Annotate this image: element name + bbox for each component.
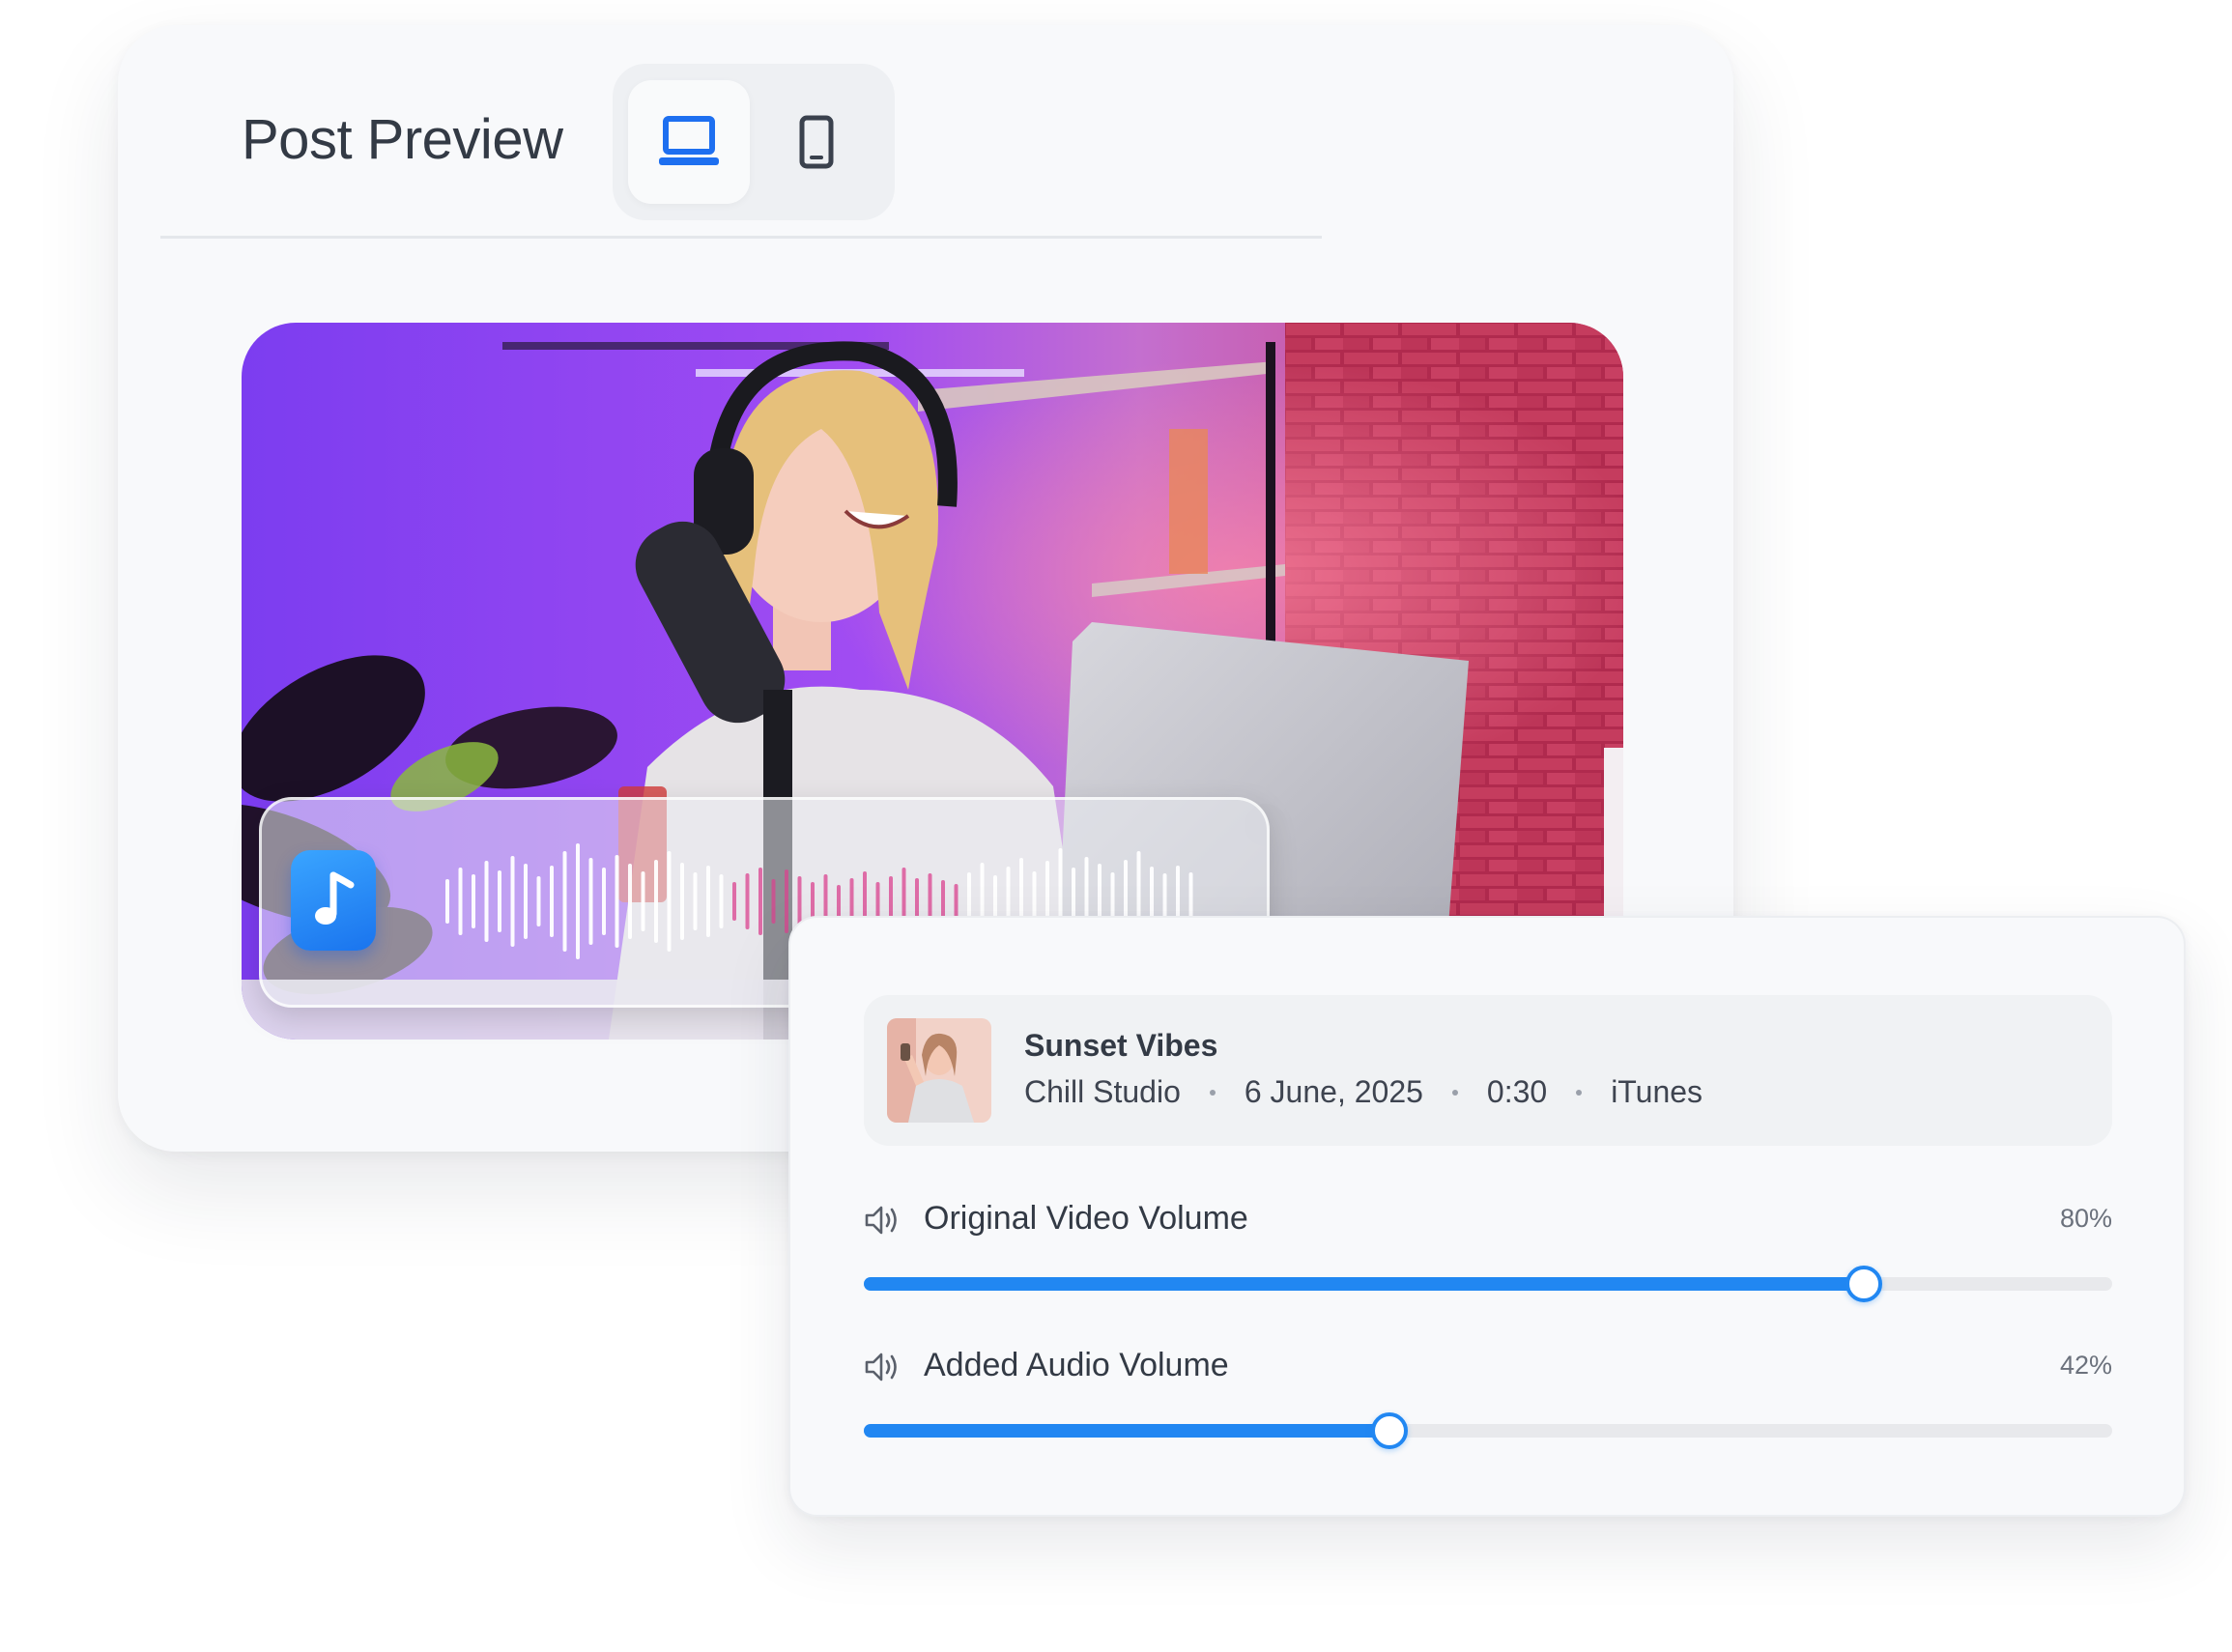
track-duration: 0:30 (1486, 1074, 1548, 1109)
waveform-bar (472, 874, 475, 928)
waveform-bar (745, 873, 750, 929)
original-video-volume-label: Original Video Volume (924, 1200, 1248, 1237)
speaker-icon (865, 1206, 897, 1235)
waveform-bar (758, 868, 762, 935)
waveform-bar (498, 870, 501, 932)
waveform-bar (536, 876, 541, 926)
original-video-volume-slider[interactable] (864, 1266, 2112, 1302)
waveform-bar (550, 866, 554, 937)
waveform-bar (628, 864, 632, 939)
added-audio-volume-slider[interactable] (864, 1412, 2112, 1449)
waveform-bar (693, 872, 698, 930)
mobile-view-button[interactable] (756, 80, 877, 204)
waveform-bar (706, 866, 710, 937)
slider-fill (864, 1424, 1388, 1438)
waveform-bar (797, 876, 802, 926)
waveform-bar (602, 868, 606, 935)
speaker-icon (865, 1353, 897, 1381)
waveform-bar (667, 851, 672, 952)
device-toggle (613, 64, 895, 220)
separator-dot (1451, 1089, 1458, 1096)
waveform-bar (771, 879, 776, 924)
separator-dot (1209, 1089, 1216, 1096)
track-date: 6 June, 2025 (1244, 1074, 1423, 1109)
desktop-view-button[interactable] (628, 80, 750, 204)
waveform-bar (875, 882, 880, 921)
track-cover-image (887, 1018, 991, 1123)
music-note-icon (315, 871, 355, 925)
waveform-bar (615, 855, 619, 948)
waveform-bar (484, 861, 489, 942)
header-divider (160, 236, 1322, 239)
waveform-bar (654, 860, 658, 943)
track-title: Sunset Vibes (1024, 1028, 1218, 1063)
added-audio-volume-label: Added Audio Volume (924, 1347, 1229, 1383)
waveform-bar (811, 882, 815, 921)
waveform-bar (732, 882, 736, 921)
page-title: Post Preview (242, 108, 563, 171)
audio-settings-card: Sunset Vibes Chill Studio 6 June, 2025 0… (788, 916, 2186, 1517)
audio-file-badge (291, 850, 376, 951)
smartphone-icon (799, 115, 834, 169)
waveform-bar (954, 884, 959, 919)
waveform-bar (641, 871, 645, 931)
waveform-bar (588, 858, 593, 945)
waveform-bar (680, 863, 684, 940)
waveform-bar (458, 868, 463, 935)
waveform-bar (524, 864, 528, 939)
track-artist: Chill Studio (1024, 1074, 1181, 1109)
waveform-bar (562, 851, 567, 952)
slider-thumb[interactable] (1845, 1266, 1882, 1302)
separator-dot (1576, 1089, 1583, 1096)
track-meta: Chill Studio 6 June, 2025 0:30 iTunes (1024, 1074, 1703, 1110)
laptop-icon (659, 116, 719, 165)
track-source: iTunes (1611, 1074, 1703, 1109)
track-info[interactable]: Sunset Vibes Chill Studio 6 June, 2025 0… (864, 995, 2112, 1146)
slider-thumb[interactable] (1370, 1412, 1408, 1449)
waveform-bar (837, 885, 841, 918)
waveform-bar (445, 879, 449, 924)
waveform-bar (510, 856, 515, 947)
waveform-bar (719, 874, 724, 928)
waveform-bar (785, 869, 788, 933)
slider-fill (864, 1277, 1863, 1291)
waveform-bar (576, 843, 580, 959)
original-video-volume-value: 80% (2059, 1204, 2112, 1233)
added-audio-volume-value: 42% (2059, 1351, 2112, 1380)
